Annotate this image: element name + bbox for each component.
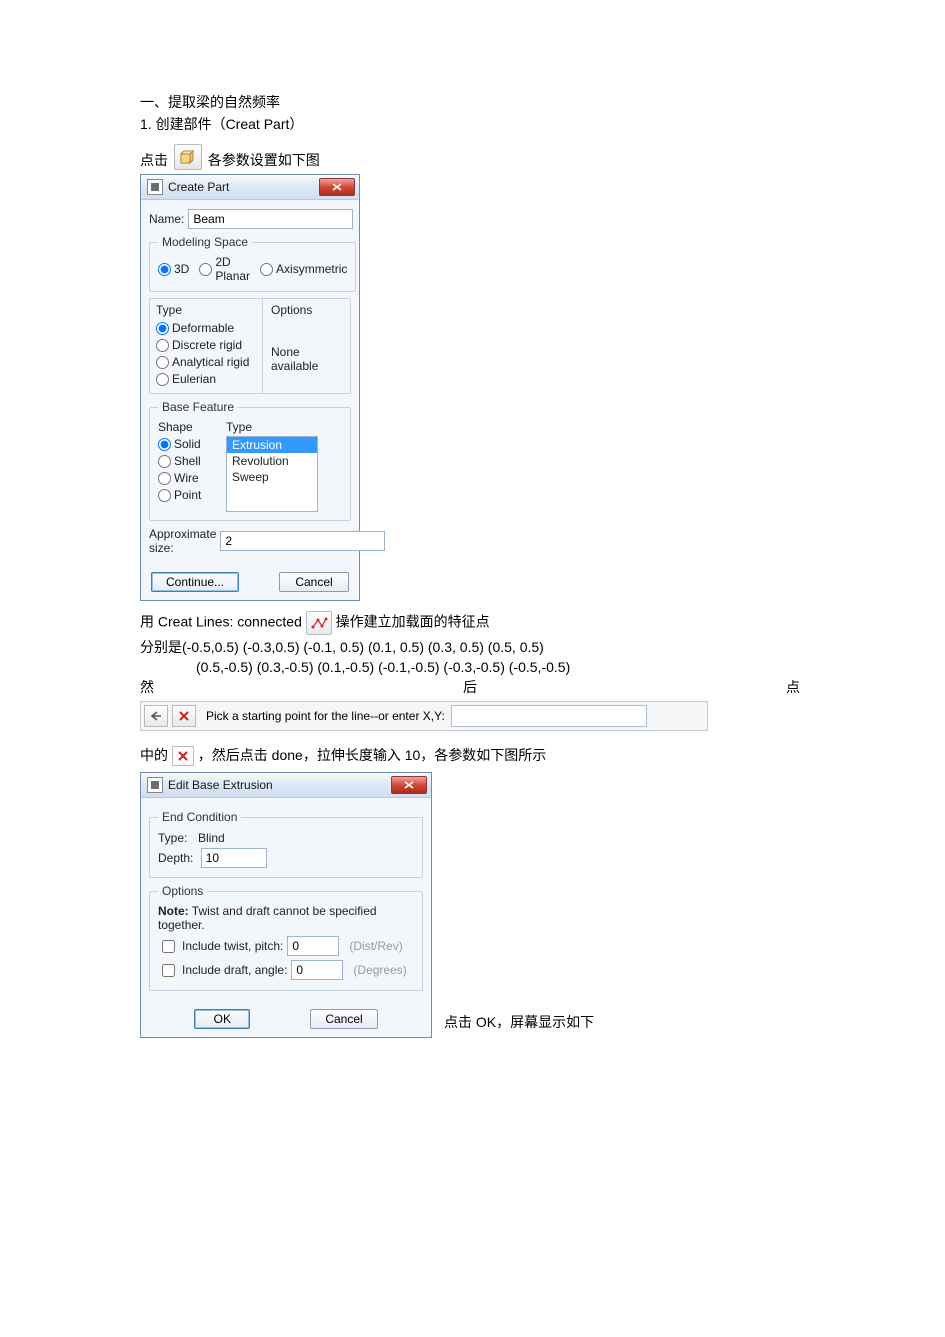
approx-size-label: Approximate size: (149, 527, 216, 555)
options-none: None available (271, 345, 342, 373)
step-1: 1. 创建部件（Creat Part） (140, 114, 805, 134)
list-item[interactable]: Revolution (227, 453, 317, 469)
then-line: 然后点 (140, 677, 800, 697)
depth-field[interactable] (201, 848, 267, 868)
connected-lines-icon (306, 611, 332, 635)
radio-axisymmetric[interactable]: Axisymmetric (260, 262, 347, 276)
close-icon[interactable] (319, 178, 355, 196)
cancel-x-icon (172, 746, 194, 766)
list-item[interactable]: Extrusion (227, 437, 317, 453)
text: 各参数设置如下图 (208, 152, 320, 168)
ok-note: 点击 OK，屏幕显示如下 (444, 1012, 594, 1038)
name-field[interactable] (188, 209, 353, 229)
prompt-bar: Pick a starting point for the line--or e… (140, 701, 708, 731)
twist-unit: (Dist/Rev) (349, 939, 402, 953)
app-icon (147, 179, 163, 195)
create-part-dialog: Create Part Name: Modeling Space 3D 2D P… (140, 174, 360, 601)
cancel-button[interactable]: Cancel (310, 1009, 377, 1029)
shape-header: Shape (158, 420, 220, 434)
close-icon[interactable] (391, 776, 427, 794)
xy-input[interactable] (451, 705, 647, 727)
legend: End Condition (158, 810, 241, 824)
twist-label: Include twist, pitch: (182, 939, 283, 953)
dialog-title: Create Part (168, 180, 319, 194)
base-feature-group: Base Feature Shape Solid Shell Wire Poin… (149, 400, 351, 521)
note-text: Twist and draft cannot be specified toge… (158, 904, 377, 932)
options-group: Options Note: Twist and draft cannot be … (149, 884, 423, 991)
legend: Modeling Space (158, 235, 252, 249)
modeling-space-group: Modeling Space 3D 2D Planar Axisymmetric (149, 235, 356, 292)
draft-unit: (Degrees) (353, 963, 406, 977)
radio-3d[interactable]: 3D (158, 262, 189, 276)
text: 点击 (140, 152, 168, 168)
radio-2d-planar[interactable]: 2D Planar (199, 255, 250, 283)
twist-field[interactable] (287, 936, 339, 956)
text: 中的 (140, 747, 168, 763)
approx-size-field[interactable] (220, 531, 385, 551)
cancel-x-icon[interactable] (172, 705, 196, 727)
radio-shell[interactable]: Shell (158, 454, 220, 468)
list-item[interactable]: Sweep (227, 469, 317, 485)
note-bold: Note: (158, 904, 189, 918)
draft-checkbox[interactable] (162, 964, 175, 977)
text: 操作建立加载面的特征点 (336, 614, 490, 630)
app-icon (147, 777, 163, 793)
cancel-button[interactable]: Cancel (279, 572, 349, 592)
radio-solid[interactable]: Solid (158, 437, 220, 451)
type-label: Type: (158, 831, 187, 845)
name-label: Name: (149, 212, 184, 226)
bf-type-list[interactable]: Extrusion Revolution Sweep (226, 436, 318, 512)
back-icon[interactable] (144, 705, 168, 727)
twist-checkbox[interactable] (162, 940, 175, 953)
create-part-icon (174, 144, 202, 170)
radio-discrete-rigid[interactable]: Discrete rigid (156, 338, 256, 352)
titlebar: Create Part (141, 175, 359, 200)
radio-eulerian[interactable]: Eulerian (156, 372, 256, 386)
legend: Base Feature (158, 400, 238, 414)
radio-deformable[interactable]: Deformable (156, 321, 256, 335)
legend: Options (158, 884, 207, 898)
radio-wire[interactable]: Wire (158, 471, 220, 485)
type-header: Type (156, 303, 256, 317)
radio-point[interactable]: Point (158, 488, 220, 502)
draft-field[interactable] (291, 960, 343, 980)
coords-line-2: (0.5,-0.5) (0.3,-0.5) (0.1,-0.5) (-0.1,-… (140, 659, 805, 675)
prompt-text: Pick a starting point for the line--or e… (206, 709, 445, 723)
bf-type-header: Type (226, 420, 318, 434)
text: 用 Creat Lines: connected (140, 614, 302, 630)
draft-label: Include draft, angle: (182, 963, 287, 977)
dialog-title: Edit Base Extrusion (168, 778, 391, 792)
radio-analytical-rigid[interactable]: Analytical rigid (156, 355, 256, 369)
ok-button[interactable]: OK (194, 1009, 250, 1029)
titlebar: Edit Base Extrusion (141, 773, 431, 798)
type-value: Blind (198, 831, 225, 845)
depth-label: Depth: (158, 851, 193, 865)
heading-1: 一、提取梁的自然频率 (140, 92, 805, 112)
text: ，然后点击 done，拉伸长度输入 10，各参数如下图所示 (198, 747, 547, 763)
edit-extrusion-dialog: Edit Base Extrusion End Condition Type: … (140, 772, 432, 1038)
end-condition-group: End Condition Type: Blind Depth: (149, 810, 423, 878)
coords-line-1: 分别是(-0.5,0.5) (-0.3,0.5) (-0.1, 0.5) (0.… (140, 637, 805, 657)
options-header: Options (271, 303, 342, 317)
continue-button[interactable]: Continue... (151, 572, 239, 592)
